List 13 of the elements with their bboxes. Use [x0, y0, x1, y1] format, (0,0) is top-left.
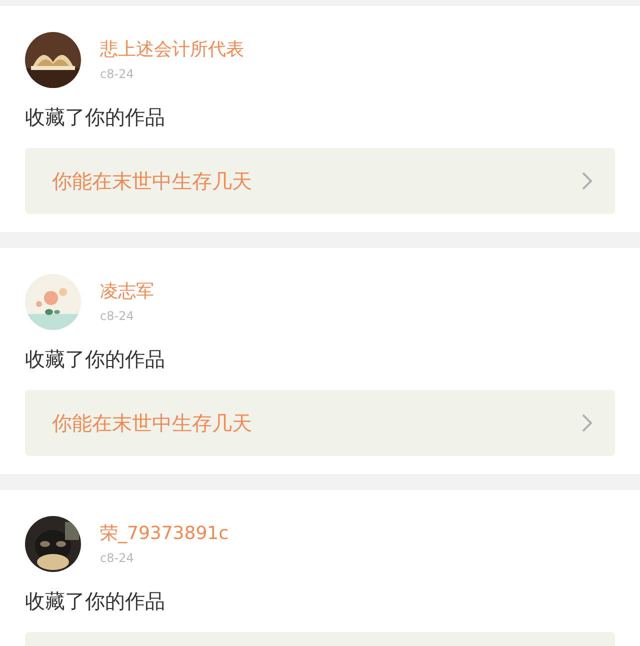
activity-text: 收藏了你的作品	[25, 104, 166, 130]
date-text: c8-24	[100, 309, 135, 323]
user-name[interactable]: 荣_79373891c	[100, 523, 229, 545]
chevron-right-icon	[581, 171, 593, 191]
activity-text: 收藏了你的作品	[25, 346, 166, 372]
activity-text: 收藏了你的作品	[25, 588, 166, 614]
chevron-right-icon	[581, 413, 593, 433]
user-name[interactable]: 凌志军	[100, 281, 154, 303]
work-link[interactable]: 你能在末世中生存几天	[25, 148, 615, 214]
date-text: c8-24	[100, 551, 135, 565]
user-name[interactable]: 悲上述会计所代表	[100, 39, 244, 61]
work-link[interactable]: 你能在末世中生存几天	[25, 390, 615, 456]
date-text: c8-24	[100, 67, 135, 81]
